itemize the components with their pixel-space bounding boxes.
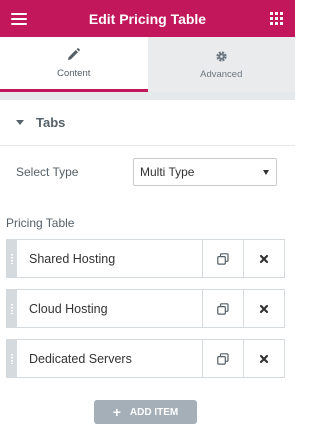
plus-icon: + <box>112 404 121 420</box>
close-icon <box>259 304 269 313</box>
repeater-item: Dedicated Servers <box>6 339 285 378</box>
close-icon <box>259 354 269 363</box>
repeater-item-title[interactable]: Shared Hosting <box>17 240 202 277</box>
tab-content[interactable]: Content <box>0 37 148 92</box>
copy-icon <box>217 252 229 265</box>
editor-header: Edit Pricing Table <box>0 0 295 37</box>
section-title: Tabs <box>36 115 66 130</box>
tabs-separator <box>0 92 295 100</box>
repeater-item-title[interactable]: Dedicated Servers <box>17 340 202 377</box>
repeater-item: Cloud Hosting <box>6 289 285 328</box>
repeater-item-title[interactable]: Cloud Hosting <box>17 290 202 327</box>
copy-icon <box>217 302 229 315</box>
section-tabs-header[interactable]: Tabs <box>0 100 295 146</box>
repeater-label: Pricing Table <box>6 216 75 230</box>
drag-handle[interactable] <box>7 340 17 377</box>
hamburger-icon[interactable] <box>0 0 38 37</box>
drag-handle[interactable] <box>7 240 17 277</box>
panel-tabs: Content Advanced <box>0 37 295 92</box>
select-type-label: Select Type <box>16 165 79 179</box>
add-item-label: ADD ITEM <box>129 406 179 418</box>
remove-button[interactable] <box>243 240 284 277</box>
select-type-dropdown[interactable]: Multi Type <box>133 158 277 186</box>
select-type-control: Select Type Multi Type <box>0 158 295 186</box>
add-item-button[interactable]: + ADD ITEM <box>94 400 197 424</box>
tab-content-label: Content <box>57 67 91 79</box>
close-icon <box>259 254 269 263</box>
repeater-item: Shared Hosting <box>6 239 285 278</box>
panel-title: Edit Pricing Table <box>88 10 207 27</box>
copy-icon <box>217 352 229 365</box>
caret-down-icon <box>16 120 24 125</box>
duplicate-button[interactable] <box>202 340 243 377</box>
drag-handle[interactable] <box>7 290 17 327</box>
select-type-value: Multi Type <box>140 165 195 179</box>
tab-advanced[interactable]: Advanced <box>148 37 296 92</box>
remove-button[interactable] <box>243 290 284 327</box>
tab-advanced-label: Advanced <box>200 69 243 80</box>
dropdown-arrow-icon <box>263 170 269 175</box>
duplicate-button[interactable] <box>202 240 243 277</box>
gear-icon <box>215 49 228 63</box>
remove-button[interactable] <box>243 340 284 377</box>
duplicate-button[interactable] <box>202 290 243 327</box>
grid-icon[interactable] <box>257 0 295 37</box>
pencil-icon <box>67 48 81 62</box>
